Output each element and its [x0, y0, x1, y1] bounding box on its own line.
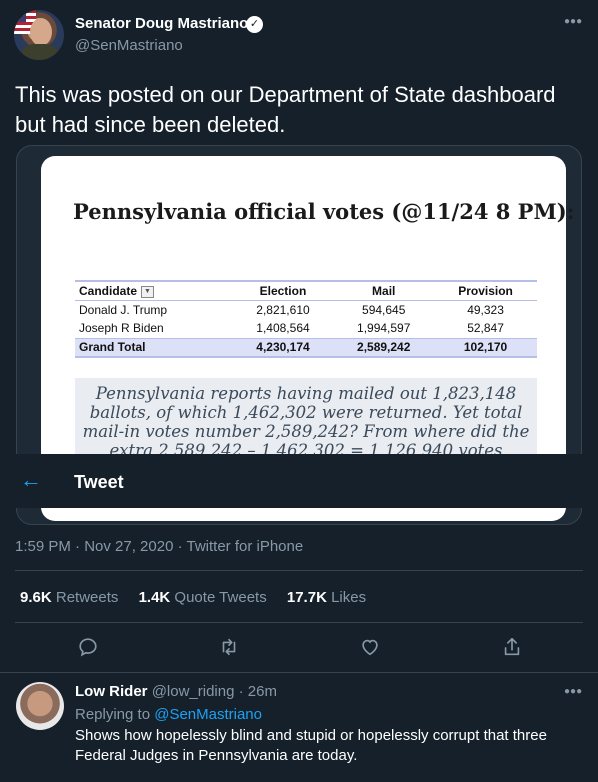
replying-to: Replying to @SenMastriano: [75, 706, 262, 723]
avatar-suit: [20, 44, 60, 60]
reply-text: Shows how hopelessly blind and stupid or…: [75, 727, 547, 764]
likes-stat[interactable]: 17.7K Likes: [287, 589, 366, 606]
back-arrow-icon[interactable]: ←: [20, 467, 42, 493]
retweets-stat[interactable]: 9.6K Retweets: [20, 589, 118, 606]
retweet-icon: [222, 638, 236, 656]
author-avatar[interactable]: [14, 10, 64, 60]
table-header-row: Candidate ▼ Election Mail Provision: [75, 281, 537, 300]
table-cell: 1,408,564: [256, 321, 310, 336]
like-button[interactable]: [356, 633, 384, 661]
table-cell: 2,821,610: [256, 302, 310, 317]
author-handle[interactable]: @SenMastriano: [75, 37, 183, 54]
verified-badge-icon: ✓: [246, 16, 263, 33]
table-cell: 4,230,174: [256, 340, 310, 355]
column-header: Election: [259, 283, 307, 298]
tweet-text: This was posted on our Department of Sta…: [15, 82, 556, 137]
share-icon: [504, 637, 520, 656]
divider: [0, 672, 598, 673]
column-header: Mail: [372, 283, 396, 298]
reply-handle[interactable]: @low_riding: [152, 683, 235, 700]
table-cell: 1,994,597: [357, 321, 411, 336]
table-cell: Joseph R Biden: [79, 321, 164, 336]
tweet-stats: 9.6K Retweets 1.4K Quote Tweets 17.7K Li…: [20, 589, 382, 606]
column-header: Candidate ▼: [75, 281, 233, 300]
more-options-icon[interactable]: ●●●: [564, 686, 582, 697]
table-cell: 52,847: [467, 321, 504, 336]
quote-tweets-stat[interactable]: 1.4K Quote Tweets: [139, 589, 267, 606]
table-row: Joseph R Biden 1,408,564 1,994,597 52,84…: [75, 319, 537, 338]
table-cell: 49,323: [467, 302, 504, 317]
author-name[interactable]: Senator Doug Mastriano: [75, 15, 248, 32]
table-cell: Donald J. Trump: [79, 302, 168, 317]
heart-icon: [362, 639, 378, 656]
reply-time[interactable]: · 26m: [239, 683, 277, 700]
image-title: Pennsylvania official votes (@11/24 8 PM…: [73, 199, 575, 224]
table-cell: Grand Total: [79, 340, 146, 355]
filter-dropdown-icon: ▼: [141, 285, 155, 298]
reply-avatar[interactable]: [16, 682, 64, 730]
table-cell: 2,589,242: [357, 340, 411, 355]
divider: [15, 622, 583, 623]
divider: [15, 570, 583, 571]
retweet-button[interactable]: [215, 633, 243, 661]
reply-author[interactable]: Low Rider @low_riding · 26m: [75, 683, 277, 700]
reply-icon: [79, 638, 97, 657]
nav-title: Tweet: [74, 472, 124, 492]
more-options-icon[interactable]: ●●●: [564, 16, 582, 27]
mention-link[interactable]: @SenMastriano: [154, 706, 262, 723]
reply-button[interactable]: [74, 633, 102, 661]
column-header: Provision: [458, 283, 513, 298]
table-cell: 102,170: [463, 340, 508, 355]
tweet-timestamp[interactable]: 1:59 PM · Nov 27, 2020 · Twitter for iPh…: [15, 538, 303, 555]
votes-table: Candidate ▼ Election Mail Provision Donal…: [75, 280, 537, 358]
table-total-row: Grand Total 4,230,174 2,589,242 102,170: [75, 338, 537, 357]
avatar-face: [30, 18, 52, 46]
table-cell: 594,645: [362, 302, 406, 317]
share-button[interactable]: [498, 633, 526, 661]
image-note: Pennsylvania reports having mailed out 1…: [82, 384, 530, 460]
table-row: Donald J. Trump 2,821,610 594,645 49,323: [75, 300, 537, 319]
